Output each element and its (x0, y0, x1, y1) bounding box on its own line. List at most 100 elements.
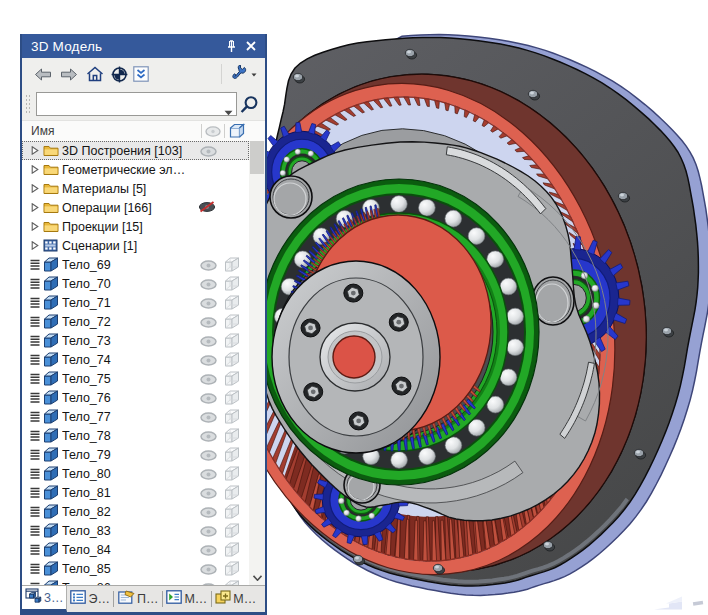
panel-tab-5[interactable]: М… (212, 586, 259, 612)
body-visibility-cube-icon[interactable] (224, 485, 240, 500)
body-visibility-cube-icon[interactable] (224, 542, 240, 557)
visibility-eye-icon[interactable] (200, 581, 217, 585)
visibility-eye-icon[interactable] (200, 448, 217, 461)
visibility-eye-icon[interactable] (200, 258, 217, 271)
body-visibility-cube-icon[interactable] (224, 523, 240, 538)
panel-tab-label: Э… (88, 592, 109, 606)
body-cube-icon (41, 371, 60, 386)
drag-grip-icon[interactable] (25, 93, 34, 115)
tree-row[interactable]: Тело_84 (22, 540, 249, 559)
panel-tab-4[interactable]: М… (163, 586, 210, 612)
tree-row[interactable]: Тело_71 (22, 293, 249, 312)
visibility-eye-icon[interactable] (200, 353, 217, 366)
body-cube-icon (41, 485, 60, 500)
tree-row[interactable]: Тело_77 (22, 407, 249, 426)
visibility-eye-icon[interactable] (200, 391, 217, 404)
tree-row[interactable]: Тело_78 (22, 426, 249, 445)
body-visibility-cube-icon[interactable] (224, 390, 240, 405)
tree-row-label: Тело_69 (62, 258, 111, 272)
visibility-eye-icon[interactable] (200, 429, 217, 442)
visibility-eye-icon[interactable] (200, 410, 217, 423)
visibility-eye-icon[interactable] (200, 486, 217, 499)
folder-icon (41, 201, 60, 214)
search-box[interactable] (36, 92, 237, 116)
tree-row[interactable]: Тело_73 (22, 331, 249, 350)
visibility-eye-icon[interactable] (200, 277, 217, 290)
tree-row[interactable]: Тело_69 (22, 255, 249, 274)
tree-row-label: Тело_79 (62, 448, 111, 462)
settings-button[interactable] (225, 62, 259, 86)
panel-titlebar[interactable]: 3D Модель (22, 34, 265, 58)
tree-row[interactable]: Тело_70 (22, 274, 249, 293)
tree-scrollbar[interactable] (249, 141, 265, 585)
tree-row[interactable]: Операции [166] (22, 198, 249, 217)
back-button[interactable] (30, 62, 56, 86)
body-visibility-cube-icon[interactable] (224, 333, 240, 348)
body-visibility-cube-icon[interactable] (224, 580, 240, 585)
expander-icon[interactable] (28, 184, 41, 193)
tree-row[interactable]: Тело_86 (22, 578, 249, 585)
tree-row[interactable]: Сценарии [1] (22, 236, 249, 255)
visibility-eye-icon[interactable] (200, 543, 217, 556)
panel-tab-2[interactable]: Э… (67, 586, 112, 612)
origin-button[interactable] (108, 62, 130, 86)
body-visibility-cube-icon[interactable] (224, 295, 240, 310)
close-icon[interactable] (243, 38, 259, 54)
body-visibility-cube-icon[interactable] (224, 276, 240, 291)
pin-icon[interactable] (223, 38, 239, 54)
visibility-eye-icon[interactable] (200, 315, 217, 328)
body-visibility-cube-icon[interactable] (224, 371, 240, 386)
body-visibility-cube-icon[interactable] (224, 428, 240, 443)
tree-row[interactable]: Геометрические элем… (22, 160, 249, 179)
visibility-eye-icon[interactable] (200, 467, 217, 480)
search-icon[interactable] (237, 92, 261, 116)
visibility-eye-icon[interactable] (200, 334, 217, 347)
visibility-eye-icon[interactable] (200, 505, 217, 518)
tree-row[interactable]: Тело_82 (22, 502, 249, 521)
visibility-eye-icon[interactable] (200, 372, 217, 385)
body-visibility-cube-icon[interactable] (224, 447, 240, 462)
visibility-eye-icon[interactable] (200, 562, 217, 575)
scroll-down-icon[interactable] (249, 570, 265, 585)
expander-icon[interactable] (28, 241, 41, 250)
tree-row[interactable]: Тело_83 (22, 521, 249, 540)
visibility-hidden-icon[interactable] (198, 200, 215, 213)
home-button[interactable] (82, 62, 108, 86)
forward-button[interactable] (56, 62, 82, 86)
scrollbar-thumb[interactable] (250, 141, 264, 174)
tree-row[interactable]: Тело_85 (22, 559, 249, 578)
tree-row[interactable]: Материалы [5] (22, 179, 249, 198)
body-visibility-cube-icon[interactable] (224, 409, 240, 424)
visibility-eye-icon[interactable] (200, 524, 217, 537)
tree-row[interactable]: 3D Построения [103] (22, 141, 249, 160)
body-visibility-cube-icon[interactable] (224, 314, 240, 329)
tree-row[interactable]: Тело_75 (22, 369, 249, 388)
tree-row[interactable]: Тело_80 (22, 464, 249, 483)
panel-tab-1[interactable]: 3… (22, 586, 67, 612)
expander-icon[interactable] (28, 146, 41, 155)
body-visibility-cube-icon[interactable] (224, 561, 240, 576)
search-dropdown-icon[interactable] (224, 102, 233, 120)
tree-row[interactable]: Проекции [15] (22, 217, 249, 236)
body-visibility-cube-icon[interactable] (224, 504, 240, 519)
tree-row[interactable]: Тело_74 (22, 350, 249, 369)
panel-tab-3[interactable]: П… (115, 586, 161, 612)
tree-row[interactable]: Тело_76 (22, 388, 249, 407)
body-list-icon (28, 582, 41, 585)
body-visibility-cube-icon[interactable] (224, 466, 240, 481)
visibility-column-icon[interactable] (202, 126, 224, 137)
collapse-all-button[interactable] (130, 62, 152, 86)
expander-icon[interactable] (28, 222, 41, 231)
visibility-eye-icon[interactable] (200, 144, 217, 157)
bodies-column-icon[interactable] (225, 123, 249, 139)
search-input[interactable] (37, 93, 236, 115)
tree-row[interactable]: Тело_79 (22, 445, 249, 464)
expander-icon[interactable] (28, 165, 41, 174)
tree-row[interactable]: Тело_81 (22, 483, 249, 502)
expander-icon[interactable] (28, 203, 41, 212)
body-visibility-cube-icon[interactable] (224, 257, 240, 272)
visibility-eye-icon[interactable] (200, 296, 217, 309)
tree-row-label: Тело_80 (62, 467, 111, 481)
tree-row[interactable]: Тело_72 (22, 312, 249, 331)
body-visibility-cube-icon[interactable] (224, 352, 240, 367)
